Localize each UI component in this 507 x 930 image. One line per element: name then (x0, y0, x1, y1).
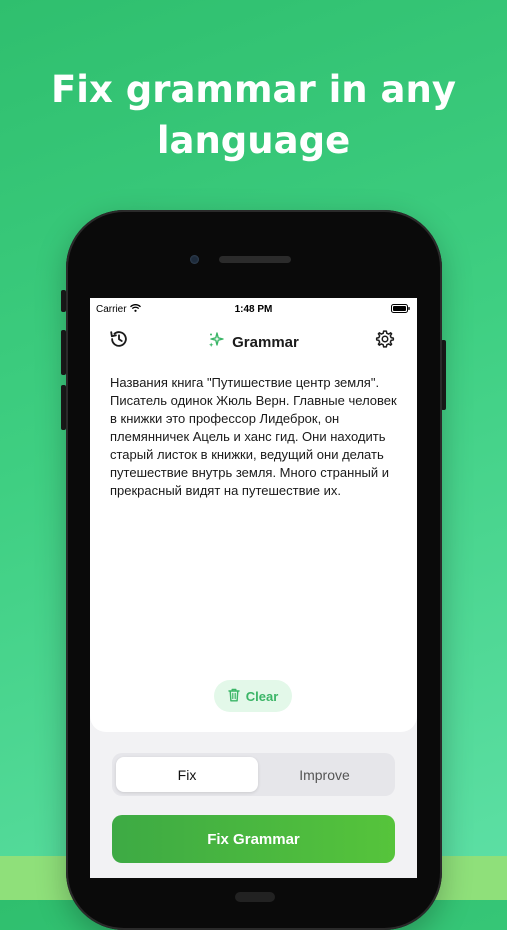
editor-text[interactable]: Названия книга "Путишествие центр земля"… (110, 374, 402, 500)
nav-title: Grammar (90, 332, 417, 352)
headline-line-1: Fix grammar in any (51, 68, 456, 111)
mode-segmented-control: Fix Improve (112, 753, 395, 796)
fix-grammar-button[interactable]: Fix Grammar (112, 815, 395, 863)
front-camera (190, 255, 199, 264)
phone-bottom-edge (235, 892, 275, 902)
editor-card: Grammar Названия книга "Путишествие цент… (90, 320, 417, 732)
app-title: Grammar (232, 333, 299, 351)
sparkle-icon (208, 332, 224, 352)
trash-icon (228, 688, 240, 705)
headline: Fix grammar in any language (0, 64, 507, 166)
status-bar: Carrier 1:48 PM (90, 298, 417, 320)
headline-line-2: language (156, 119, 351, 162)
settings-button[interactable] (375, 329, 395, 349)
segment-fix[interactable]: Fix (116, 757, 258, 792)
app-screen: Carrier 1:48 PM Grammar Названия книга "… (90, 298, 417, 878)
status-time: 1:48 PM (234, 304, 273, 315)
battery-icon (391, 304, 410, 313)
clear-button[interactable]: Clear (214, 680, 292, 712)
clear-label: Clear (245, 688, 279, 704)
segment-improve[interactable]: Improve (258, 757, 391, 792)
earpiece-speaker (219, 256, 291, 263)
gear-icon (375, 330, 395, 348)
